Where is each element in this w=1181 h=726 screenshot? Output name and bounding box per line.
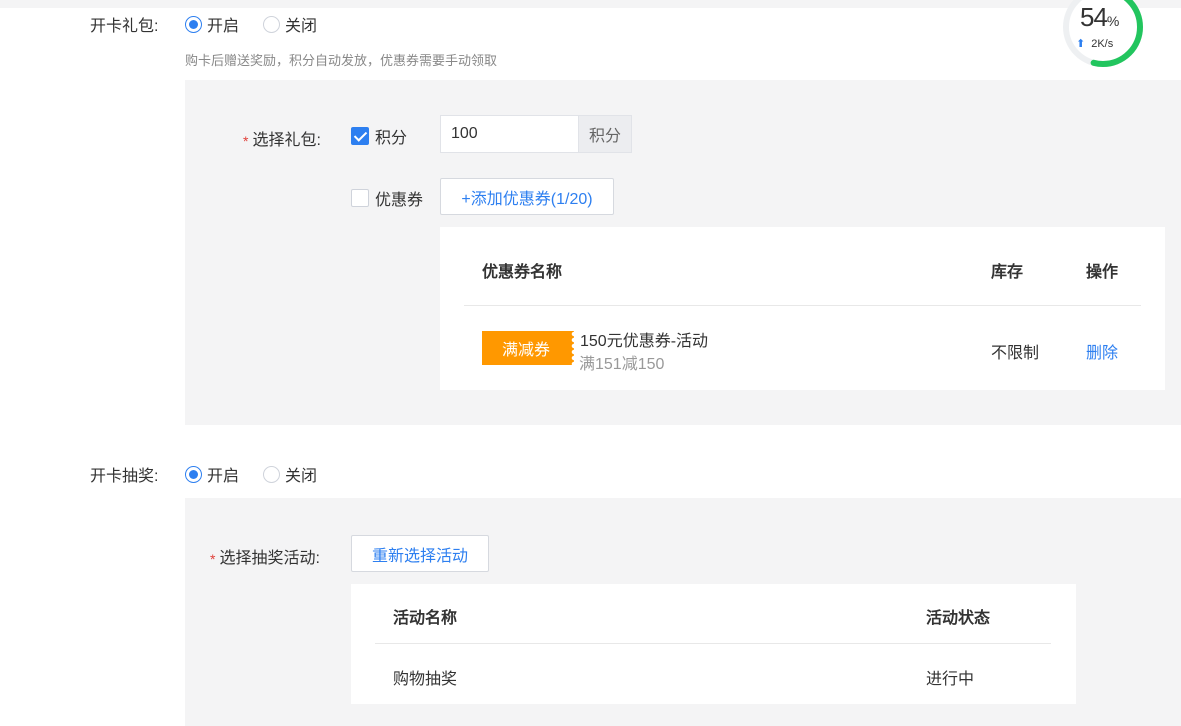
required-asterisk: * bbox=[243, 133, 249, 149]
card-lottery-radio-on[interactable]: 开启 bbox=[185, 462, 239, 486]
radio-label: 开启 bbox=[207, 18, 240, 35]
card-lottery-radio-group: 开启 关闭 bbox=[185, 462, 341, 486]
points-checkbox[interactable]: 积分 bbox=[351, 124, 407, 148]
lottery-table-divider bbox=[375, 643, 1051, 644]
radio-unchecked-icon bbox=[263, 465, 281, 483]
points-input[interactable] bbox=[440, 115, 578, 153]
points-unit-addon: 积分 bbox=[578, 115, 632, 153]
radio-label: 开启 bbox=[207, 468, 240, 485]
top-bar bbox=[0, 0, 1181, 8]
checkbox-checked-icon bbox=[351, 127, 369, 145]
card-lottery-radio-off[interactable]: 关闭 bbox=[263, 462, 317, 486]
checkbox-unchecked-icon bbox=[351, 189, 369, 207]
delete-coupon-link[interactable]: 删除 bbox=[1086, 339, 1118, 363]
coupon-table-divider bbox=[464, 305, 1141, 306]
radio-checked-icon bbox=[185, 15, 202, 33]
card-gift-radio-on[interactable]: 开启 bbox=[185, 12, 239, 36]
lottery-table-header-name: 活动名称 bbox=[393, 610, 458, 627]
gauge-speed: ⬆ 2K/s bbox=[1076, 37, 1114, 51]
card-gift-hint: 购卡后赠送奖励，积分自动发放，优惠券需要手动领取 bbox=[185, 53, 498, 68]
gauge-percent: 54% bbox=[1080, 2, 1119, 32]
coupon-checkbox[interactable]: 优惠券 bbox=[351, 186, 423, 210]
card-gift-radio-off[interactable]: 关闭 bbox=[263, 12, 317, 36]
coupon-name: 150元优惠券-活动 bbox=[580, 333, 709, 350]
select-lottery-label: * 选择抽奖活动: bbox=[210, 550, 320, 567]
radio-checked-icon bbox=[185, 465, 202, 483]
card-gift-label: 开卡礼包: bbox=[90, 18, 159, 35]
select-gift-label: * 选择礼包: bbox=[243, 132, 321, 149]
coupon-checkbox-label: 优惠券 bbox=[375, 192, 424, 209]
coupon-table: 优惠券名称 库存 操作 满减券 150元优惠券-活动 满151减150 不限制 … bbox=[440, 227, 1165, 390]
radio-unchecked-icon bbox=[263, 15, 281, 33]
lottery-activity-status: 进行中 bbox=[926, 671, 975, 688]
coupon-stock: 不限制 bbox=[991, 345, 1040, 362]
upload-arrow-icon: ⬆ bbox=[1076, 38, 1086, 50]
card-gift-radio-group: 开启 关闭 bbox=[185, 12, 341, 36]
points-input-group: 积分 bbox=[440, 115, 632, 153]
points-checkbox-label: 积分 bbox=[375, 130, 408, 147]
coupon-table-header-name: 优惠券名称 bbox=[482, 264, 563, 281]
lottery-activity-name: 购物抽奖 bbox=[393, 671, 458, 688]
coupon-desc: 满151减150 bbox=[579, 356, 665, 373]
coupon-table-header-stock: 库存 bbox=[991, 264, 1024, 281]
coupon-table-header-action: 操作 bbox=[1086, 264, 1119, 281]
reselect-activity-button[interactable]: 重新选择活动 bbox=[351, 535, 489, 572]
radio-label: 关闭 bbox=[285, 468, 318, 485]
add-coupon-button[interactable]: +添加优惠券(1/20) bbox=[440, 178, 614, 215]
radio-label: 关闭 bbox=[285, 18, 318, 35]
card-lottery-label: 开卡抽奖: bbox=[90, 468, 159, 485]
lottery-table: 活动名称 活动状态 购物抽奖 进行中 bbox=[351, 584, 1076, 704]
lottery-table-header-status: 活动状态 bbox=[926, 610, 991, 627]
coupon-type-tag: 满减券 bbox=[482, 331, 574, 365]
required-asterisk: * bbox=[210, 551, 216, 567]
